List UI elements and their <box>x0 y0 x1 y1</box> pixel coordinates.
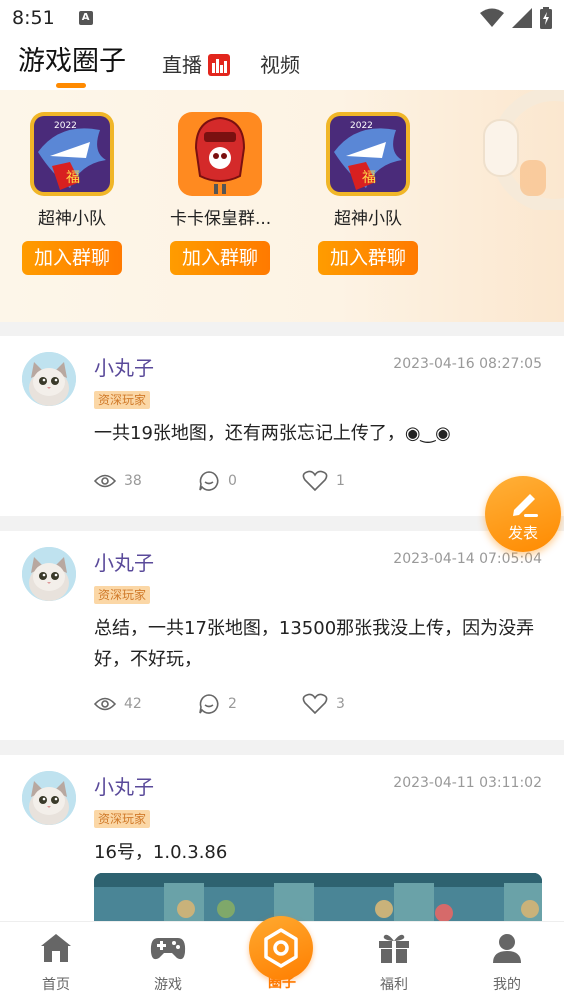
dragon-game-icon: 福 2022 <box>326 112 410 196</box>
group-name: 超神小队 <box>334 209 402 229</box>
nav-welfare-label: 福利 <box>380 977 408 993</box>
nav-home-label: 首页 <box>42 977 70 993</box>
status-time: 8:51 <box>12 7 55 29</box>
nav-mine-label: 我的 <box>493 977 521 993</box>
nav-home[interactable]: 首页 <box>16 932 96 994</box>
user-badge: 资深玩家 <box>94 586 151 604</box>
post-content[interactable]: 总结，一共17张地图，13500那张我没上传，因为没弄好，不好玩， <box>94 613 542 675</box>
username[interactable]: 小丸子 <box>94 547 154 576</box>
eye-icon <box>94 474 116 488</box>
username[interactable]: 小丸子 <box>94 352 154 381</box>
post-card[interactable]: 小丸子 2023-04-14 07:05:04 资深玩家 总结，一共17张地图，… <box>0 531 564 740</box>
headphones-decoration-icon <box>483 90 564 210</box>
post-stats: 38 0 1 <box>94 470 406 492</box>
publish-label: 发表 <box>507 524 538 542</box>
svg-text:福: 福 <box>66 170 80 186</box>
post-content[interactable]: 一共19张地图，还有两张忘记上传了，◉‿◉ <box>94 418 542 449</box>
svg-text:2022: 2022 <box>350 121 373 131</box>
svg-text:2022: 2022 <box>54 121 77 131</box>
avatar[interactable] <box>22 771 76 825</box>
join-group-button[interactable]: 加入群聊 <box>170 241 270 275</box>
views-stat: 38 <box>94 473 198 489</box>
tab-video-label: 视频 <box>260 53 300 77</box>
comment-icon <box>199 694 219 714</box>
dragon-game-icon: 福 2022 <box>30 112 114 196</box>
comment-icon <box>199 471 219 491</box>
heart-icon <box>302 470 328 492</box>
likes-count: 3 <box>336 696 345 712</box>
tab-live-label: 直播 <box>162 53 202 77</box>
username[interactable]: 小丸子 <box>94 771 154 800</box>
tab-video[interactable]: 视频 <box>260 52 300 78</box>
heart-icon <box>302 693 328 715</box>
svg-text:福: 福 <box>362 170 376 186</box>
post-stats: 42 2 3 <box>94 693 406 715</box>
post-time: 2023-04-11 03:11:02 <box>393 775 542 791</box>
hexagon-icon <box>264 928 298 968</box>
avatar[interactable] <box>22 352 76 406</box>
notification-a-icon: A <box>78 11 93 25</box>
nav-games[interactable]: 游戏 <box>128 932 208 994</box>
publish-fab-button[interactable]: 发表 <box>485 476 561 552</box>
comments-count: 0 <box>228 473 237 489</box>
tab-active-indicator <box>56 83 86 88</box>
tab-game-circle[interactable]: 游戏圈子 <box>18 46 126 88</box>
join-group-button[interactable]: 加入群聊 <box>318 241 418 275</box>
user-badge: 资深玩家 <box>94 391 151 409</box>
group-card[interactable]: 福 2022 超神小队 加入群聊 <box>318 112 418 275</box>
post-card[interactable]: 小丸子 2023-04-16 08:27:05 资深玩家 一共19张地图，还有两… <box>0 336 564 516</box>
like-stat[interactable]: 3 <box>302 693 406 715</box>
comment-stat[interactable]: 0 <box>198 470 302 492</box>
join-group-button[interactable]: 加入群聊 <box>22 241 122 275</box>
top-tabs: 游戏圈子 直播 视频 <box>0 36 564 90</box>
views-count: 42 <box>124 696 142 712</box>
user-icon <box>493 934 521 963</box>
avatar[interactable] <box>22 547 76 601</box>
group-name: 卡卡保皇群... <box>170 209 272 229</box>
post-content[interactable]: 16号，1.0.3.86 <box>94 837 542 868</box>
user-badge: 资深玩家 <box>94 810 151 828</box>
likes-count: 1 <box>336 473 345 489</box>
bottom-nav: 首页 游戏 圈子 福利 我的 <box>0 916 564 1004</box>
gamepad-icon <box>150 938 186 960</box>
tab-live[interactable]: 直播 <box>162 52 230 78</box>
eye-icon <box>94 697 116 711</box>
nav-circle[interactable]: 圈子 <box>242 916 322 992</box>
views-count: 38 <box>124 473 142 489</box>
comments-count: 2 <box>228 696 237 712</box>
battery-icon <box>540 7 552 29</box>
group-name: 超神小队 <box>38 209 106 229</box>
group-card[interactable]: 卡卡保皇群... 加入群聊 <box>170 112 272 275</box>
post-time: 2023-04-16 08:27:05 <box>393 356 542 372</box>
group-card[interactable]: 福 2022 超神小队 加入群聊 <box>22 112 122 275</box>
nav-welfare[interactable]: 福利 <box>354 932 434 994</box>
home-icon <box>41 934 71 962</box>
group-chats-section: 福 2022 超神小队 加入群聊 卡卡保皇群... 加入群聊 福 2022 超神… <box>0 90 564 322</box>
views-stat: 42 <box>94 696 198 712</box>
status-bar: 8:51 A <box>0 0 564 36</box>
comment-stat[interactable]: 2 <box>198 693 302 715</box>
signal-icon <box>512 8 532 28</box>
nav-circle-button <box>249 916 313 980</box>
tab-game-circle-label: 游戏圈子 <box>18 46 126 77</box>
nav-mine[interactable]: 我的 <box>467 932 547 994</box>
edit-icon <box>513 494 538 517</box>
like-stat[interactable]: 1 <box>302 470 406 492</box>
post-card[interactable]: 小丸子 2023-04-11 03:11:02 资深玩家 16号，1.0.3.8… <box>0 755 564 953</box>
status-icons <box>480 7 552 29</box>
gift-icon <box>379 934 409 963</box>
nav-games-label: 游戏 <box>154 977 182 993</box>
post-time: 2023-04-14 07:05:04 <box>393 551 542 567</box>
red-robot-icon <box>178 112 262 196</box>
live-bars-icon <box>208 54 230 76</box>
wifi-icon <box>480 8 504 27</box>
